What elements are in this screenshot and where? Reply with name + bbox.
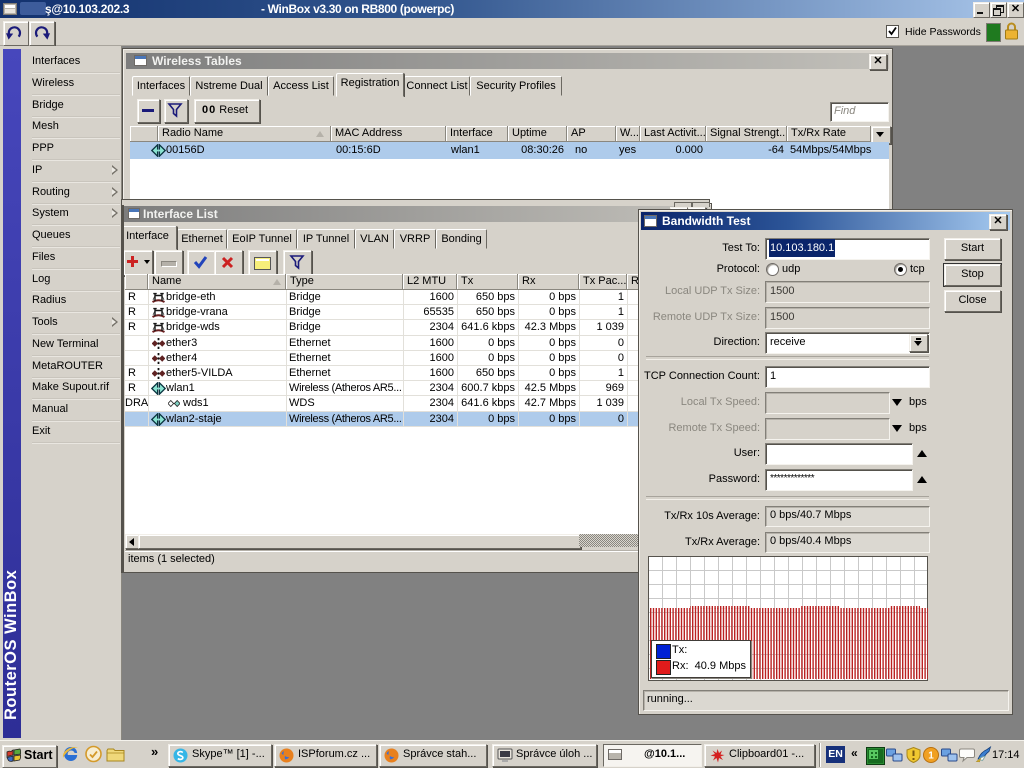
svg-text:1: 1 [928, 751, 934, 762]
